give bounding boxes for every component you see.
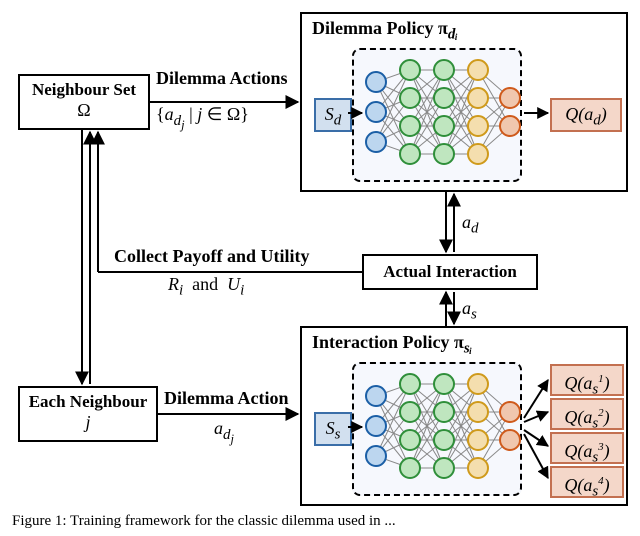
adj-label: adj [214,418,234,447]
dilemma-actions-set: {adj | j ∈ Ω} [156,104,249,133]
collect-label: Collect Payoff and Utility [114,246,309,267]
dilemma-actions-label: Dilemma Actions [156,68,287,89]
ru-label: Ri and Ui [168,274,244,300]
as-label: as [462,298,477,324]
connector-svg [0,0,640,536]
figure-caption: Figure 1: Training framework for the cla… [12,513,396,530]
ad-label: ad [462,212,479,238]
dilemma-action-bot-label: Dilemma Action [164,388,288,409]
